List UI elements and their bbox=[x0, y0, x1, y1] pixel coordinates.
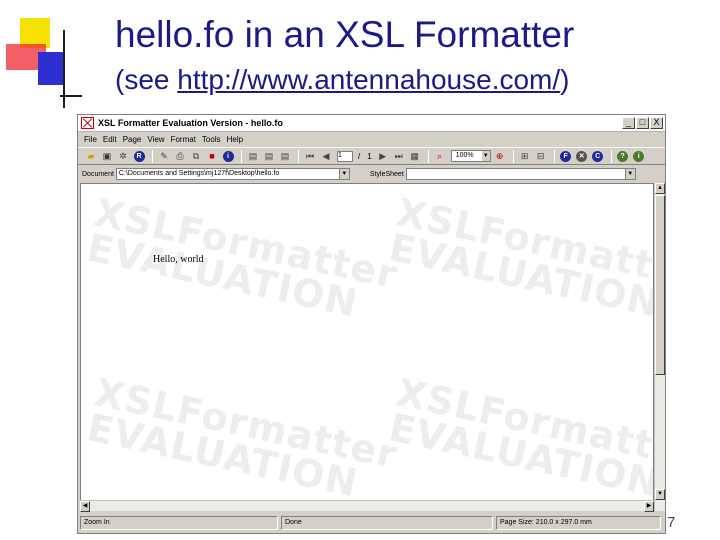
document-label: Document bbox=[82, 170, 114, 178]
format-icon[interactable]: F bbox=[559, 150, 573, 163]
window-title: XSL Formatter Evaluation Version - hello… bbox=[98, 118, 283, 128]
vertical-scrollbar[interactable]: ▲ ▼ bbox=[654, 183, 665, 511]
document-path: C:\Documents and Settings\mj127f\Desktop… bbox=[118, 170, 280, 177]
toolbar-separator bbox=[152, 149, 153, 163]
scroll-left-icon[interactable]: ◀ bbox=[80, 501, 90, 512]
scroll-right-icon[interactable]: ▶ bbox=[644, 501, 654, 512]
stylesheet-field[interactable]: ▼ bbox=[405, 168, 636, 180]
evaluation-watermark: XSLFormatter EVALUATION bbox=[385, 190, 654, 326]
maximize-button[interactable]: □ bbox=[636, 117, 649, 129]
first-page-icon[interactable]: ⏮ bbox=[303, 150, 317, 163]
info-icon[interactable]: i bbox=[221, 150, 235, 163]
chevron-down-icon[interactable]: ▼ bbox=[624, 169, 635, 179]
page-total: 1 bbox=[367, 151, 372, 161]
document-path-field[interactable]: C:\Documents and Settings\mj127f\Desktop… bbox=[115, 168, 350, 180]
zoom-in-icon[interactable]: ⊕ bbox=[493, 150, 507, 163]
toolbar: ▰ ▣ ✲ R ✎ ⎙ ⧉ ■ i ▤ ▤ ▤ ⏮ ◀ 1 / 1 ▶ ⏭ ▦ … bbox=[78, 147, 665, 165]
slide-page-number: 7 bbox=[667, 514, 676, 531]
stop-icon[interactable]: ■ bbox=[205, 150, 219, 163]
page-icon-2[interactable]: ▤ bbox=[262, 150, 276, 163]
scroll-thumb[interactable] bbox=[655, 195, 665, 375]
last-page-icon[interactable]: ⏭ bbox=[392, 150, 406, 163]
menu-view[interactable]: View bbox=[147, 135, 164, 144]
status-zoom: Zoom In bbox=[80, 516, 278, 530]
status-bar: Zoom In Done Page Size: 210.0 x 297.0 mm bbox=[78, 513, 665, 533]
window-controls: _ □ X bbox=[622, 117, 663, 129]
stylesheet-label: StyleSheet bbox=[369, 170, 404, 178]
evaluation-watermark: XSLFormatter EVALUATION bbox=[83, 190, 402, 326]
zoom-select[interactable]: 100% ▼ bbox=[450, 150, 491, 162]
toolbar-separator bbox=[553, 149, 555, 163]
menu-page[interactable]: Page bbox=[123, 135, 142, 144]
page-input[interactable]: 1 bbox=[337, 150, 353, 162]
page-view-icon[interactable]: ▦ bbox=[408, 150, 422, 163]
toolbar-separator bbox=[610, 149, 612, 163]
page-separator: / bbox=[358, 151, 361, 161]
scroll-down-icon[interactable]: ▼ bbox=[655, 489, 665, 500]
menu-bar: File Edit Page View Format Tools Help bbox=[78, 132, 665, 146]
about-icon[interactable]: i bbox=[632, 150, 646, 163]
toolbar-separator bbox=[241, 149, 242, 163]
chevron-down-icon: ▼ bbox=[481, 151, 490, 161]
help-icon[interactable]: ? bbox=[616, 150, 630, 163]
next-page-icon[interactable]: ▶ bbox=[376, 150, 390, 163]
document-bar: Document C:\Documents and Settings\mj127… bbox=[78, 166, 665, 182]
title-bar[interactable]: XSL Formatter Evaluation Version - hello… bbox=[78, 115, 665, 132]
edit-icon[interactable]: ✎ bbox=[157, 150, 171, 163]
app-icon bbox=[81, 117, 94, 129]
status-page-size: Page Size: 210.0 x 297.0 mm bbox=[496, 516, 661, 530]
stop-formatting-icon[interactable]: ✕ bbox=[575, 150, 589, 163]
evaluation-watermark: XSLFormatter EVALUATION bbox=[83, 370, 402, 506]
settings-icon[interactable]: ✲ bbox=[116, 150, 130, 163]
close-button[interactable]: X bbox=[650, 117, 663, 129]
evaluation-watermark: XSLFormatter EVALUATION bbox=[385, 370, 654, 506]
document-viewport[interactable]: XSLFormatter EVALUATION XSLFormatter EVA… bbox=[80, 183, 654, 511]
toolbar-separator bbox=[427, 149, 429, 163]
menu-help[interactable]: Help bbox=[227, 135, 243, 144]
menu-file[interactable]: File bbox=[84, 135, 97, 144]
open-folder-icon[interactable]: ▰ bbox=[84, 150, 98, 163]
chevron-down-icon[interactable]: ▼ bbox=[338, 169, 349, 179]
subtitle-suffix: ) bbox=[560, 64, 570, 95]
xsl-formatter-window: XSL Formatter Evaluation Version - hello… bbox=[77, 114, 666, 534]
menu-tools[interactable]: Tools bbox=[202, 135, 221, 144]
zoom-icon[interactable]: ⌕ bbox=[433, 150, 447, 163]
horizontal-scrollbar[interactable]: ◀ ▶ bbox=[80, 500, 654, 512]
slide-title: hello.fo in an XSL Formatter bbox=[115, 14, 575, 55]
menu-edit[interactable]: Edit bbox=[103, 135, 117, 144]
prev-page-icon[interactable]: ◀ bbox=[319, 150, 333, 163]
scroll-up-icon[interactable]: ▲ bbox=[655, 183, 665, 194]
page-icon-1[interactable]: ▤ bbox=[246, 150, 260, 163]
copyright-icon[interactable]: C bbox=[591, 150, 605, 163]
slide-subtitle: (see http://www.antennahouse.com/) bbox=[115, 64, 569, 96]
export-icon[interactable]: ⧉ bbox=[189, 150, 203, 163]
fit-width-icon[interactable]: ⊟ bbox=[534, 150, 548, 163]
fit-page-icon[interactable]: ⊞ bbox=[518, 150, 532, 163]
antennahouse-link[interactable]: http://www.antennahouse.com/ bbox=[177, 64, 560, 95]
toolbar-separator bbox=[512, 149, 514, 163]
menu-format[interactable]: Format bbox=[171, 135, 196, 144]
decor-blue-square bbox=[38, 52, 65, 85]
page-icon-3[interactable]: ▤ bbox=[278, 150, 292, 163]
reload-icon[interactable]: R bbox=[132, 150, 146, 163]
print-icon[interactable]: ⎙ bbox=[173, 150, 187, 163]
document-text: Hello, world bbox=[153, 254, 204, 265]
minimize-button[interactable]: _ bbox=[622, 117, 635, 129]
toolbar-separator bbox=[298, 149, 299, 163]
status-state: Done bbox=[281, 516, 493, 530]
save-icon[interactable]: ▣ bbox=[100, 150, 114, 163]
subtitle-prefix: (see bbox=[115, 64, 178, 95]
decor-horizontal-line bbox=[60, 95, 82, 97]
zoom-value: 100% bbox=[455, 152, 474, 159]
